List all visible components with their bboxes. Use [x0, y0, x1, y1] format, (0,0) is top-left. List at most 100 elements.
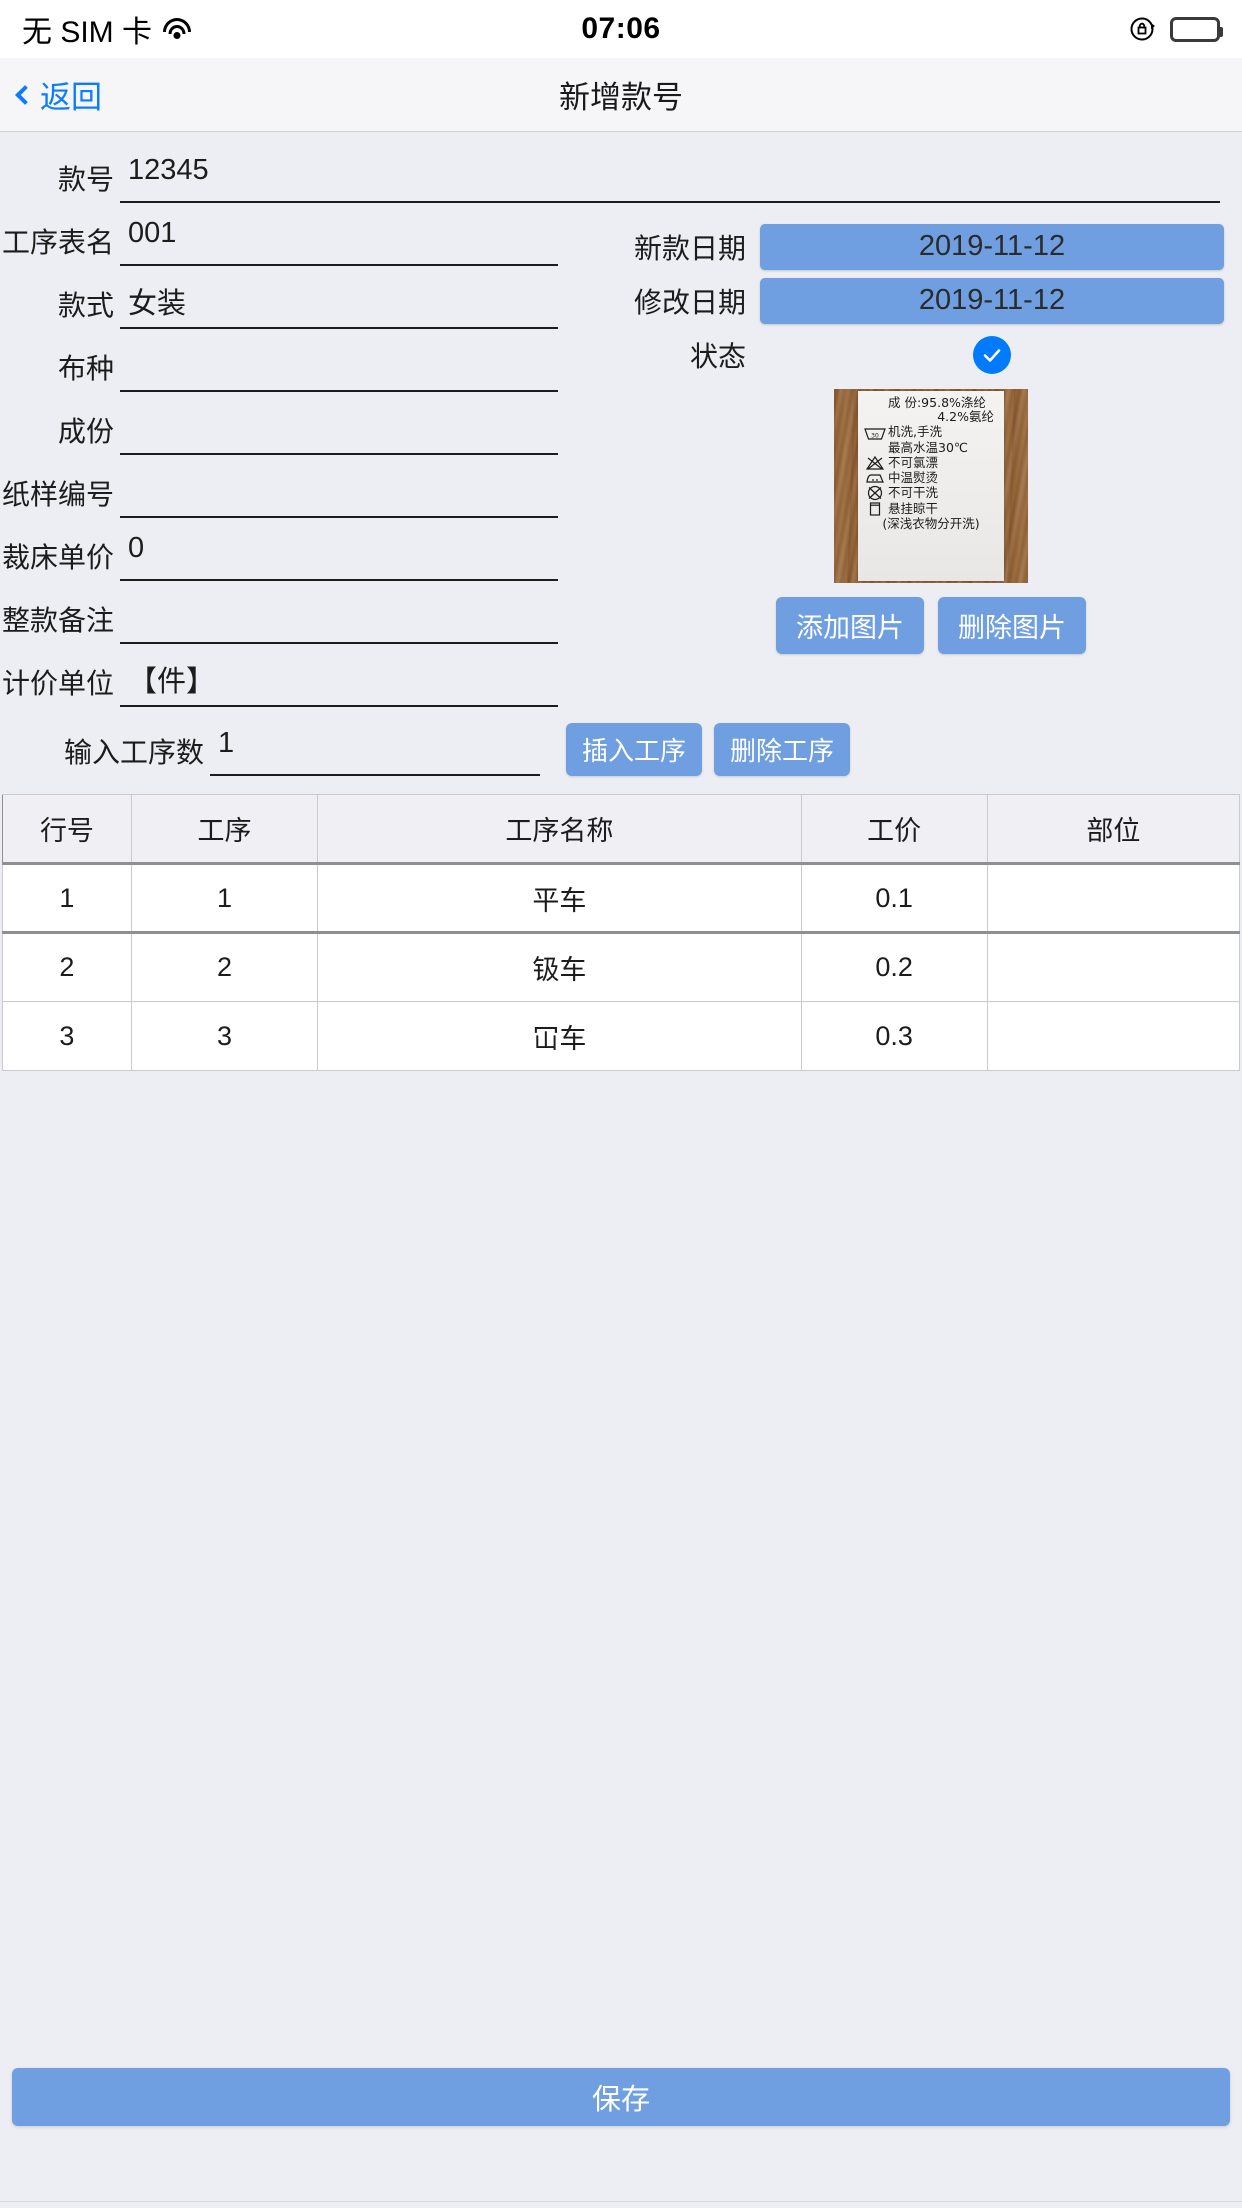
process-table: 行号 工序 工序名称 工价 部位 1 1 平车 0.1 2 2 钑车 0.2 3… — [2, 794, 1241, 1071]
mod-date-picker-button[interactable]: 2019-11-12 — [760, 277, 1224, 324]
field-row-process-count: 输入工序数 1 插入工序 删除工序 — [0, 721, 1242, 776]
label-new-date: 新款日期 — [633, 232, 746, 264]
no-bleach-icon — [862, 455, 888, 471]
field-row-style-no: 款号 12345 — [0, 148, 1242, 211]
input-process-count[interactable]: 1 — [210, 721, 540, 776]
th-process-name: 工序名称 — [317, 794, 802, 865]
new-date-picker-button[interactable]: 2019-11-12 — [760, 223, 1224, 270]
field-row-mod-date: 修改日期 2019-11-12 — [620, 276, 1242, 325]
cell-process[interactable]: 3 — [130, 1001, 319, 1071]
check-circle-icon[interactable] — [973, 335, 1011, 374]
th-process: 工序 — [130, 794, 319, 865]
field-row-cutting-price: 裁床单价 0 — [0, 526, 620, 589]
label-mod-date: 修改日期 — [633, 286, 746, 318]
input-remark[interactable] — [120, 589, 558, 644]
input-cutting-price[interactable]: 0 — [120, 526, 558, 581]
back-button-label: 返回 — [40, 80, 102, 115]
iron-medium-icon — [862, 471, 888, 485]
cell-process[interactable]: 2 — [130, 932, 319, 1002]
care-line: (深浅衣物分开洗) — [862, 516, 1000, 531]
care-line: 不可氯漂 — [862, 455, 1000, 471]
label-process-table-name: 工序表名 — [1, 227, 114, 258]
input-style-type[interactable]: 女装 — [120, 274, 558, 329]
care-line: 中温熨烫 — [862, 469, 1000, 485]
care-line-text: 悬挂晾干 — [888, 500, 939, 516]
page-title: 新增款号 — [559, 80, 683, 115]
care-line-text: 最高水温30℃ — [888, 439, 968, 455]
care-line-text: 不可干洗 — [888, 484, 939, 500]
field-row-remark: 整款备注 — [0, 589, 620, 652]
label-style-no: 款号 — [57, 164, 114, 195]
care-line-text: 中温熨烫 — [888, 469, 939, 485]
th-price: 工价 — [800, 794, 988, 865]
process-button-group: 插入工序 删除工序 — [566, 721, 851, 776]
input-price-unit[interactable]: 【件】 — [120, 652, 558, 707]
process-table-wrap: 行号 工序 工序名称 工价 部位 1 1 平车 0.1 2 2 钑车 0.2 3… — [0, 794, 1242, 1071]
cell-price[interactable]: 0.1 — [800, 863, 988, 934]
label-remark: 整款备注 — [1, 605, 114, 636]
field-row-style-type: 款式 女装 — [0, 274, 620, 337]
right-panel: 新款日期 2019-11-12 修改日期 2019-11-12 状态 成 份:9… — [620, 222, 1242, 654]
cell-rowno: 1 — [2, 863, 132, 934]
no-dryclean-icon — [862, 485, 888, 501]
svg-text:30: 30 — [871, 432, 879, 439]
label-fabric: 布种 — [57, 353, 114, 384]
status-bar-clock: 07:06 — [581, 12, 661, 45]
care-label-photo[interactable]: 成 份:95.8%涤纶 4.2%氨纶 30 机洗,手洗 最高水温30℃ 不可氯漂… — [834, 389, 1028, 583]
care-label-paper: 成 份:95.8%涤纶 4.2%氨纶 30 机洗,手洗 最高水温30℃ 不可氯漂… — [858, 391, 1004, 581]
status-bar-right — [1128, 14, 1223, 44]
insert-process-button[interactable]: 插入工序 — [566, 723, 703, 776]
cell-part[interactable] — [986, 1001, 1241, 1071]
table-row[interactable]: 3 3 冚车 0.3 — [2, 1001, 1241, 1071]
th-part: 部位 — [986, 794, 1241, 865]
table-row[interactable]: 2 2 钑车 0.2 — [2, 932, 1241, 1002]
cell-price[interactable]: 0.3 — [800, 1001, 988, 1071]
cell-process-name[interactable]: 冚车 — [317, 1001, 802, 1071]
line-dry-icon — [862, 501, 888, 517]
input-style-no[interactable]: 12345 — [120, 148, 1220, 203]
form-area: 款号 12345 工序表名 001 款式 女装 布种 成份 纸样编号 裁床单价 … — [0, 132, 1242, 1071]
cell-part[interactable] — [986, 863, 1241, 934]
field-row-state: 状态 — [620, 330, 1242, 379]
wash-tub-30-icon: 30 — [862, 425, 888, 441]
th-rowno: 行号 — [2, 794, 132, 865]
care-line-text: (深浅衣物分开洗) — [882, 516, 980, 531]
label-style-type: 款式 — [57, 290, 114, 321]
input-fabric[interactable] — [120, 337, 558, 392]
cell-process-name[interactable]: 钑车 — [317, 932, 802, 1002]
back-button[interactable]: 返回 — [15, 72, 102, 117]
care-line-text: 机洗,手洗 — [888, 424, 942, 440]
delete-photo-button[interactable]: 删除图片 — [938, 597, 1086, 654]
label-process-count: 输入工序数 — [63, 737, 204, 768]
care-line-text: 成 份:95.8%涤纶 — [888, 395, 986, 410]
label-cutting-price: 裁床单价 — [1, 542, 114, 573]
input-composition[interactable] — [120, 400, 558, 455]
left-field-column: 工序表名 001 款式 女装 布种 成份 纸样编号 裁床单价 0 整款备注 计价… — [0, 211, 620, 715]
field-row-fabric: 布种 — [0, 337, 620, 400]
state-toggle-wrap — [760, 335, 1224, 374]
cell-process[interactable]: 1 — [130, 863, 319, 934]
label-state: 状态 — [689, 340, 746, 372]
bottom-divider — [0, 2201, 1242, 2202]
care-line-text: 不可氯漂 — [888, 454, 939, 470]
cell-price[interactable]: 0.2 — [800, 932, 988, 1002]
table-row[interactable]: 1 1 平车 0.1 — [2, 863, 1241, 934]
cell-process-name[interactable]: 平车 — [317, 863, 802, 934]
care-line: 最高水温30℃ — [862, 439, 1000, 455]
photo-button-group: 添加图片 删除图片 — [620, 597, 1242, 654]
cell-part[interactable] — [986, 932, 1241, 1002]
input-pattern-no[interactable] — [120, 463, 558, 518]
care-line-text: 4.2%氨纶 — [937, 409, 994, 425]
add-photo-button[interactable]: 添加图片 — [776, 597, 924, 654]
care-line: 30 机洗,手洗 — [862, 425, 1000, 441]
save-button[interactable]: 保存 — [12, 2068, 1230, 2126]
app-screen: 无 SIM 卡 07:06 返回 新增款号 款号 12345 工序表名 001 … — [0, 0, 1242, 2208]
delete-process-button[interactable]: 删除工序 — [714, 723, 851, 776]
cell-rowno: 2 — [2, 932, 132, 1002]
status-bar: 无 SIM 卡 07:06 — [0, 0, 1242, 58]
input-process-table-name[interactable]: 001 — [120, 211, 558, 266]
chevron-left-icon — [15, 84, 35, 105]
label-pattern-no: 纸样编号 — [1, 479, 114, 510]
field-row-price-unit: 计价单位 【件】 — [0, 652, 620, 715]
field-row-new-date: 新款日期 2019-11-12 — [620, 222, 1242, 271]
